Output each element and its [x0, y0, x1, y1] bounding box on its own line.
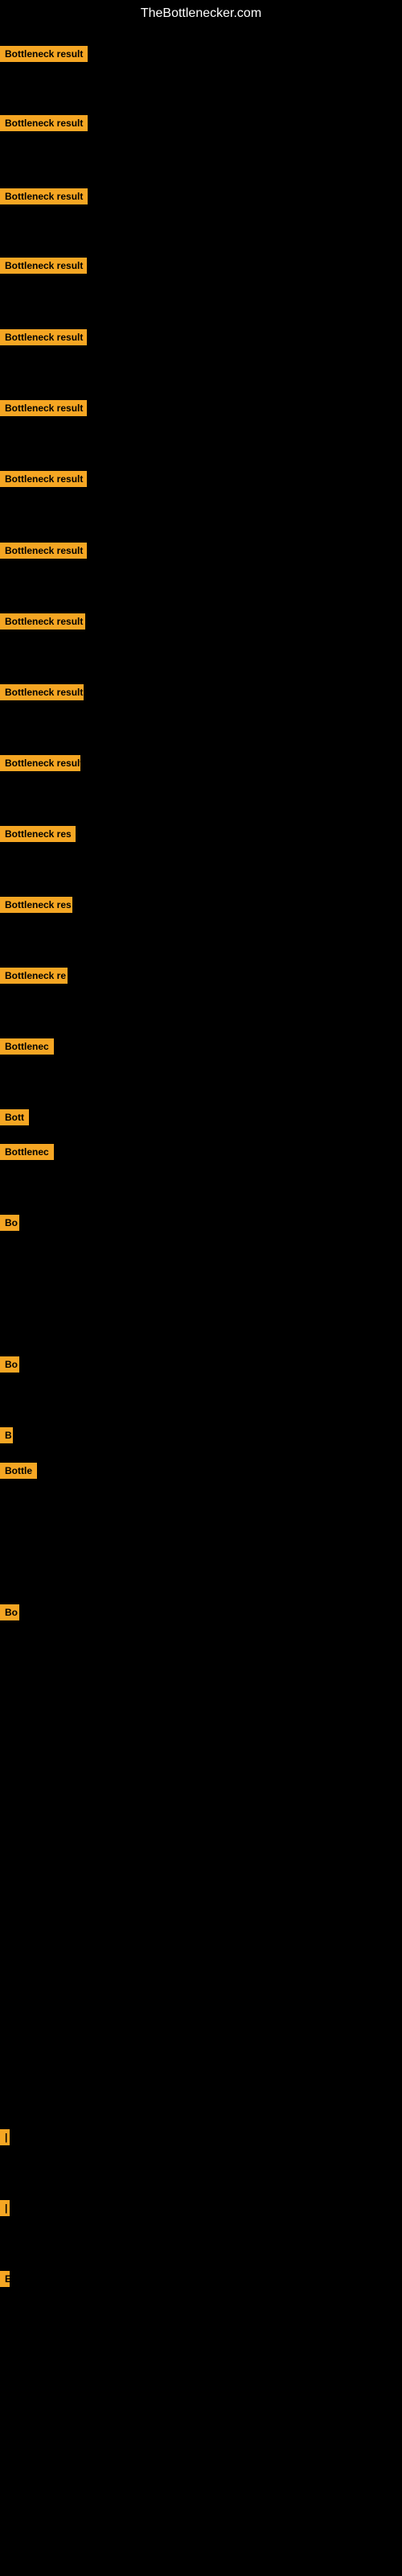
- bottleneck-result-badge: Bottleneck result: [0, 258, 87, 274]
- bottleneck-result-badge: Bottleneck result: [0, 543, 87, 559]
- bottleneck-result-badge: Bottleneck result: [0, 471, 87, 487]
- site-title: TheBottlenecker.com: [0, 0, 402, 27]
- bottleneck-result-badge: Bottleneck result: [0, 400, 87, 416]
- bottleneck-result-badge: |: [0, 2200, 10, 2216]
- bottleneck-result-badge: Bottle: [0, 1463, 37, 1479]
- bottleneck-result-badge: Bottleneck result: [0, 329, 87, 345]
- bottleneck-result-badge: Bottleneck re: [0, 968, 68, 984]
- bottleneck-result-badge: Bottleneck result: [0, 188, 88, 204]
- bottleneck-result-badge: Bott: [0, 1109, 29, 1125]
- bottleneck-result-badge: Bottlenec: [0, 1038, 54, 1055]
- bottleneck-result-badge: Bottleneck result: [0, 684, 84, 700]
- bottleneck-result-badge: |: [0, 2129, 10, 2145]
- bottleneck-result-badge: Bo: [0, 1215, 19, 1231]
- bottleneck-result-badge: Bo: [0, 1604, 19, 1620]
- bottleneck-result-badge: Bottleneck result: [0, 46, 88, 62]
- bottleneck-result-badge: Bo: [0, 1356, 19, 1373]
- bottleneck-result-badge: Bottlenec: [0, 1144, 54, 1160]
- bottleneck-result-badge: Bottleneck result: [0, 755, 80, 771]
- bottleneck-result-badge: B: [0, 1427, 13, 1443]
- bottleneck-result-badge: E: [0, 2271, 10, 2287]
- bottleneck-result-badge: Bottleneck result: [0, 115, 88, 131]
- bottleneck-result-badge: Bottleneck res: [0, 826, 76, 842]
- bottleneck-result-badge: Bottleneck res: [0, 897, 72, 913]
- bottleneck-result-badge: Bottleneck result: [0, 613, 85, 630]
